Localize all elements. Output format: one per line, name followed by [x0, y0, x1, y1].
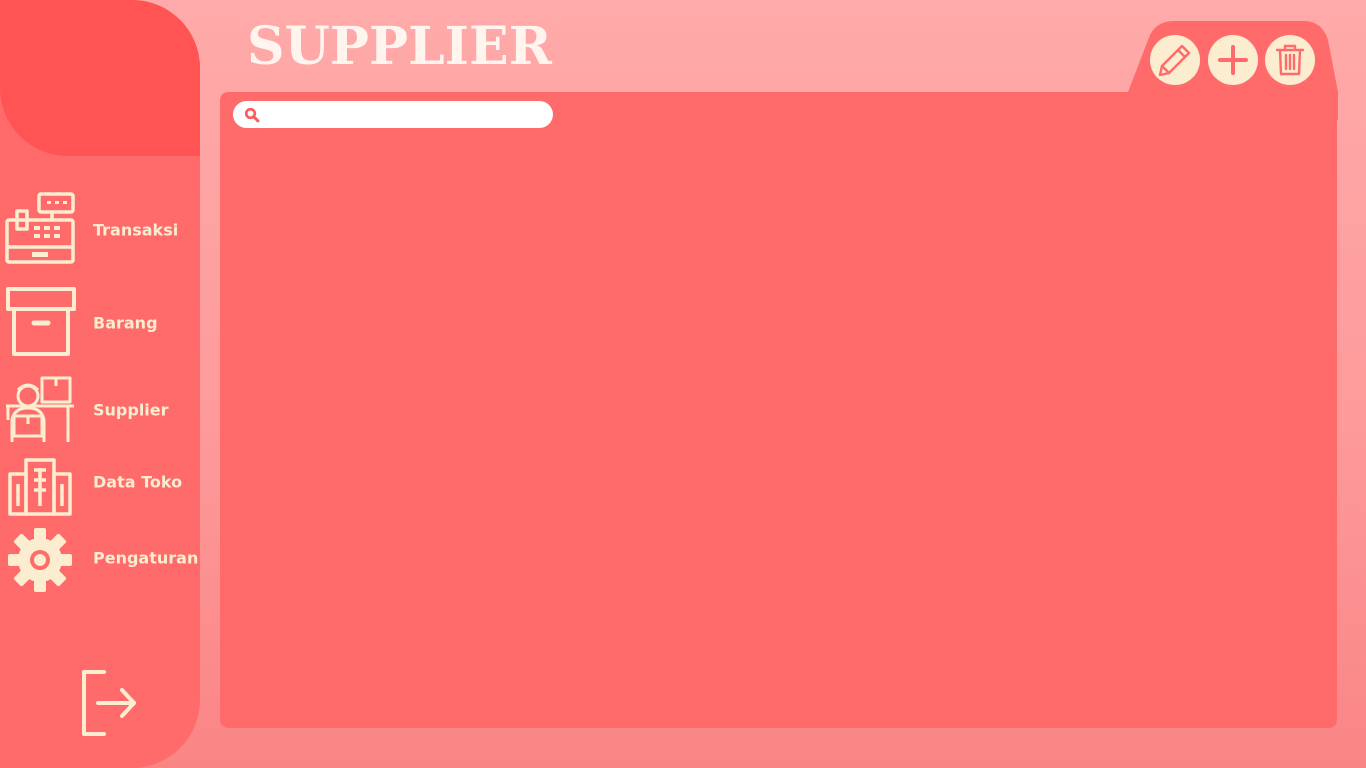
box-icon: [4, 285, 76, 357]
sidebar-item-label: Transaksi: [93, 220, 179, 240]
sidebar-item-pengaturan[interactable]: Pengaturan: [0, 520, 200, 596]
delete-button[interactable]: [1265, 35, 1315, 85]
logout-button[interactable]: [78, 668, 140, 738]
supplier-icon: [4, 372, 76, 444]
search-input[interactable]: [265, 101, 545, 128]
logout-icon: [82, 670, 136, 736]
sidebar-item-transaksi[interactable]: Transaksi: [0, 192, 200, 268]
page-title: SUPPLIER: [247, 16, 552, 77]
content-panel: [220, 92, 1337, 728]
plus-icon: [1218, 45, 1248, 75]
building-icon: [4, 444, 76, 516]
gear-icon: [4, 520, 76, 592]
search-bar[interactable]: [233, 101, 553, 128]
cash-register-icon: [4, 192, 76, 264]
pencil-icon: [1158, 44, 1191, 77]
trash-icon: [1275, 44, 1305, 76]
sidebar-item-label: Supplier: [93, 400, 169, 420]
sidebar-item-label: Data Toko: [93, 472, 183, 492]
sidebar-item-barang[interactable]: Barang: [0, 285, 200, 361]
edit-button[interactable]: [1150, 35, 1200, 85]
search-icon: [244, 107, 260, 123]
sidebar: Transaksi Barang Supplier Data Toko Peng…: [0, 0, 200, 768]
logo-block: [0, 0, 200, 156]
sidebar-item-label: Barang: [93, 313, 158, 333]
sidebar-item-label: Pengaturan: [93, 548, 199, 568]
add-button[interactable]: [1208, 35, 1258, 85]
sidebar-item-supplier[interactable]: Supplier: [0, 372, 200, 448]
sidebar-item-data-toko[interactable]: Data Toko: [0, 444, 200, 520]
